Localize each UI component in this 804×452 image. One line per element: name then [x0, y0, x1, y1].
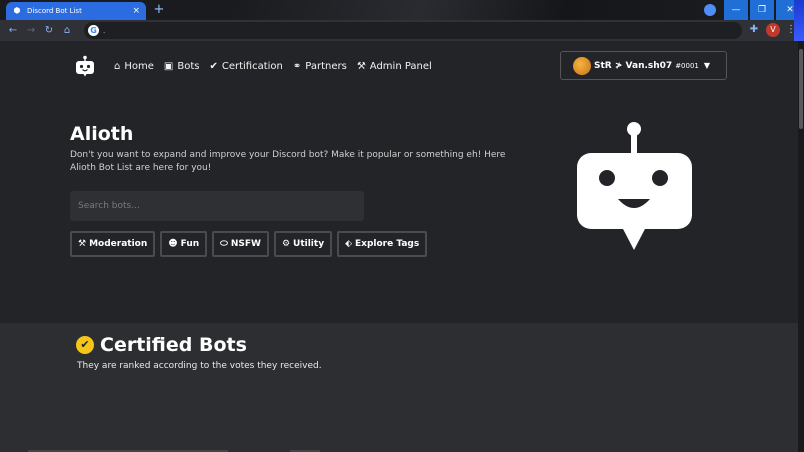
profile-icon[interactable] — [704, 4, 716, 16]
back-arrow-icon[interactable]: ← — [4, 22, 22, 40]
tag-fun-button[interactable]: ☻ Fun — [160, 231, 208, 257]
page-scrollbar[interactable] — [798, 41, 804, 452]
tag-moderation-button[interactable]: ⚒ Moderation — [70, 231, 156, 257]
tag-label: NSFW — [230, 239, 261, 249]
nav-certification-label: Certification — [221, 60, 283, 72]
home-icon: ⌂ — [114, 60, 121, 72]
forward-arrow-icon[interactable]: → — [22, 22, 40, 40]
nav-partners[interactable]: ⚭ Partners — [293, 61, 347, 72]
tags-icon: ⬖ — [345, 239, 352, 249]
nav-home-label: Home — [124, 60, 154, 72]
browser-profile-avatar[interactable]: V — [766, 23, 780, 37]
scrollbar-thumb[interactable] — [799, 49, 803, 129]
nav-home[interactable]: ⌂ Home — [114, 61, 154, 72]
browser-toolbar: ← → ↻ ⌂ G . ✚ V ⋮ — [0, 20, 804, 41]
window-minimize-button[interactable]: — — [724, 0, 748, 20]
tab-close-icon[interactable]: × — [132, 6, 140, 16]
hero-title: Alioth — [70, 123, 134, 145]
tag-label: Moderation — [89, 239, 148, 249]
window-maximize-button[interactable]: ❐ — [750, 0, 774, 20]
hammer-icon: ⚒ — [78, 239, 87, 249]
caret-down-icon: ▼ — [703, 61, 711, 70]
reload-icon[interactable]: ↻ — [40, 22, 58, 40]
hero-description: Don't you want to expand and improve you… — [70, 150, 506, 173]
tab-title: Discord Bot List — [27, 7, 82, 15]
browser-menu-icon[interactable]: ⋮ — [786, 23, 796, 37]
robot-mascot-icon — [572, 121, 696, 251]
extensions-puzzle-icon[interactable]: ✚ — [748, 24, 760, 36]
tag-label: Fun — [180, 239, 200, 249]
tab-bar-background — [230, 0, 710, 20]
handshake-icon: ⚭ — [292, 60, 302, 72]
certified-subtitle: They are ranked according to the votes t… — [77, 361, 322, 371]
nav-admin-panel[interactable]: ⚒ Admin Panel — [357, 61, 432, 72]
certified-badge-icon: ✔ — [76, 336, 94, 354]
nav-bots[interactable]: ▣ Bots — [164, 61, 200, 72]
user-avatar — [573, 56, 591, 75]
tag-utility-button[interactable]: ⚙ Utility — [273, 231, 333, 257]
robot-icon: ▣ — [163, 60, 174, 72]
hero-section: ⌂ Home ▣ Bots ✔ Certification ⚭ Partners… — [0, 41, 798, 323]
cogs-icon: ⚙ — [281, 239, 291, 249]
home-button-icon[interactable]: ⌂ — [58, 22, 76, 40]
smile-icon: ☻ — [168, 239, 178, 249]
favicon-robot-icon: ⬢ — [13, 6, 21, 15]
check-badge-icon: ✔ — [209, 60, 218, 72]
address-bar[interactable]: G . — [84, 22, 742, 39]
new-tab-button[interactable]: + — [152, 3, 166, 17]
google-icon: G — [88, 25, 99, 36]
lips-icon: ⬭ — [220, 239, 228, 249]
user-name: StR ≯ Van.sh07 — [594, 60, 673, 71]
nav-bots-label: Bots — [177, 60, 200, 72]
tag-label: Explore Tags — [355, 239, 420, 249]
browser-tab-bar: ⬢ Discord Bot List × + — ❐ ✕ — [0, 0, 804, 20]
nav-partners-label: Partners — [305, 60, 347, 72]
tag-nsfw-button[interactable]: ⬭ NSFW — [212, 231, 269, 257]
browser-tab[interactable]: ⬢ Discord Bot List × — [6, 2, 146, 20]
tag-buttons: ⚒ Moderation ☻ Fun ⬭ NSFW ⚙ Utility ⬖ Ex… — [70, 231, 432, 257]
tag-label: Utility — [293, 239, 325, 249]
certified-title: Certified Bots — [100, 334, 247, 356]
site-logo-robot-icon[interactable] — [74, 55, 96, 77]
explore-tags-button[interactable]: ⬖ Explore Tags — [337, 231, 428, 257]
hammer-icon: ⚒ — [356, 60, 366, 72]
site-navbar: ⌂ Home ▣ Bots ✔ Certification ⚭ Partners… — [74, 53, 442, 79]
user-tag: #0001 — [675, 61, 699, 70]
nav-admin-panel-label: Admin Panel — [369, 60, 432, 72]
window-edge-accent — [794, 0, 804, 41]
page: ⌂ Home ▣ Bots ✔ Certification ⚭ Partners… — [0, 41, 798, 452]
user-dropdown-button[interactable]: StR ≯ Van.sh07 #0001 ▼ — [560, 51, 727, 80]
certified-heading: ✔ Certified Bots — [76, 334, 247, 356]
nav-certification[interactable]: ✔ Certification — [209, 61, 282, 72]
search-bots-input[interactable] — [70, 191, 364, 221]
url-text: . — [103, 26, 106, 35]
